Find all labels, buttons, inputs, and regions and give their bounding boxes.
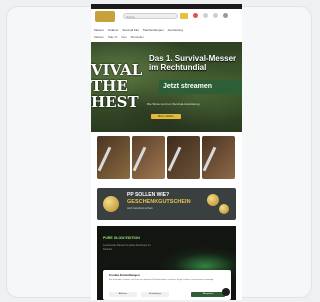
cookie-dialog: Cookie-Einstellungen Wir verwenden Cooki… [103,270,231,300]
search-input[interactable]: Suche... [123,13,178,19]
subnav-item[interactable]: Sale % [108,35,118,39]
cookie-decline-button[interactable]: Ablehnen [109,292,137,297]
nav-item[interactable]: Messer [94,27,104,34]
menu-icon[interactable] [223,13,228,18]
hero-cta-band[interactable]: Jetzt streamen [159,80,242,94]
feature-text: Leuchtende Messer für jedes Abenteuer im… [103,244,151,251]
category-tile[interactable] [202,136,235,179]
nav-item[interactable]: Ausrüstung [168,27,183,34]
cookie-text: Wir verwenden Cookies, um Ihnen ein opti… [109,279,214,281]
category-tile[interactable] [167,136,200,179]
show-logo-text: VIVAL THE HEST [91,61,143,111]
category-tile[interactable] [97,136,130,179]
cookie-title: Cookie-Einstellungen [109,273,140,277]
subnav-item[interactable]: Bestseller [131,35,144,39]
hero-subtitle: Die Show rund um Survival-Ausrüstung [147,102,200,106]
coin-image [103,196,119,212]
cookie-accept-button[interactable]: Akzeptieren [191,292,225,297]
voucher-banner[interactable]: PP SOLLEN WIE? GESCHENKGUTSCHEIN Jetzt G… [97,188,236,220]
hero-banner[interactable]: VIVAL THE HEST Das 1. Survival-Messer im… [91,42,242,132]
wishlist-icon[interactable] [203,13,208,18]
coin-image [207,194,219,206]
hero-button[interactable]: Mehr erfahren [151,114,181,119]
category-tiles [97,136,236,179]
banner-headline: PP SOLLEN WIE? [127,192,170,198]
nav-item[interactable]: Outdoor [108,27,119,34]
logo[interactable] [95,11,115,22]
banner-subheadline: GESCHENKGUTSCHEIN [127,199,191,205]
banner-caption: Jetzt Gutschein sichern [127,207,153,210]
subnav-item[interactable]: Neu [121,35,127,39]
cart-icon[interactable] [213,13,218,18]
hero-title: Das 1. Survival-Messer im Rechtundial [149,54,237,72]
cookie-settings-button[interactable]: Einstellungen [141,292,169,297]
nav-item[interactable]: Taschenlampen [143,27,164,34]
main-nav: Messer Outdoor Survival Kits Taschenlamp… [91,27,242,34]
search-button[interactable] [180,13,188,19]
nav-item[interactable]: Survival Kits [122,27,139,34]
mobile-page: Suche... Messer Outdoor Survival Kits Ta… [91,4,242,300]
subnav-item[interactable]: Marken [94,35,104,39]
sub-nav: Marken Sale % Neu Bestseller [91,34,242,41]
feature-title: PURE GLOW EDITION [103,236,140,240]
category-tile[interactable] [132,136,165,179]
chat-icon[interactable] [222,288,230,296]
coin-image [219,204,229,214]
account-icon[interactable] [193,13,198,18]
site-header: Suche... [91,9,242,29]
